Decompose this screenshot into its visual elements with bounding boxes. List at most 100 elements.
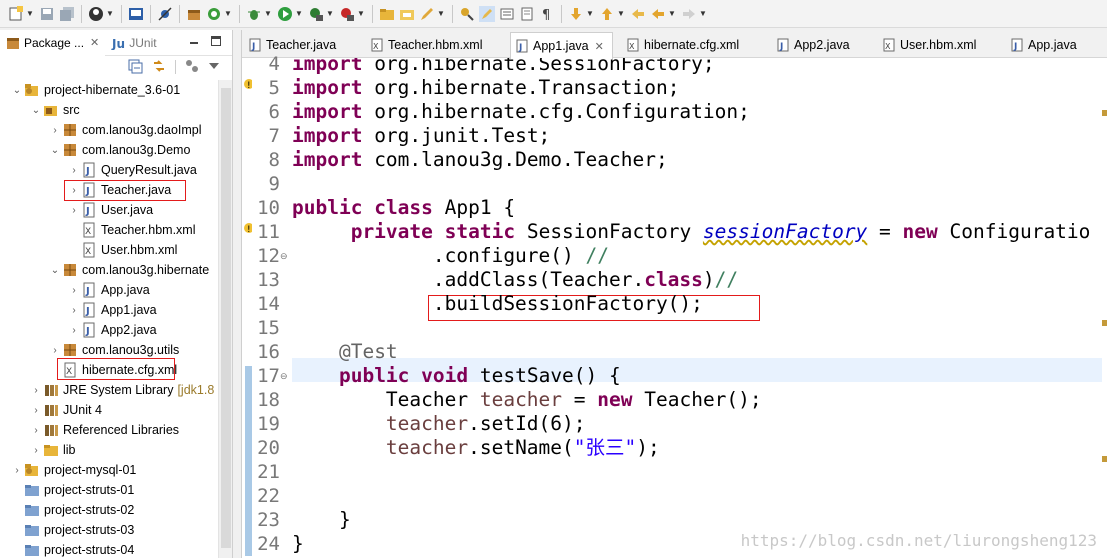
- fold-toggle-icon[interactable]: ⊖: [280, 251, 288, 262]
- highlight-icon[interactable]: [479, 5, 495, 22]
- link-with-editor-icon[interactable]: [151, 58, 167, 77]
- view-menu-icon[interactable]: [208, 60, 220, 75]
- run-dropdown-icon[interactable]: ▼: [295, 6, 303, 22]
- collapsed-arrow-icon[interactable]: ›: [29, 420, 43, 440]
- code-line[interactable]: teacher.setName("张三");: [292, 436, 1107, 460]
- code-line[interactable]: import org.hibernate.cfg.Configuration;: [292, 100, 1107, 124]
- prev-annotation-icon[interactable]: [599, 6, 615, 22]
- new-package-icon[interactable]: [186, 6, 202, 22]
- tree-item-teacher-hbm-xml[interactable]: X Teacher.hbm.xml: [81, 220, 195, 240]
- code-line[interactable]: .configure() //: [292, 244, 1107, 268]
- tab-app2-java[interactable]: J App2.java: [772, 32, 858, 58]
- tree-item-queryresult-java[interactable]: › J QueryResult.java: [67, 160, 197, 180]
- next-annotation-icon[interactable]: [568, 6, 584, 22]
- tab-teacher-hbm-xml[interactable]: X Teacher.hbm.xml: [366, 32, 490, 58]
- code-line[interactable]: private static SessionFactory sessionFac…: [292, 220, 1107, 244]
- collapsed-arrow-icon[interactable]: ›: [67, 320, 81, 340]
- tab-package-explorer[interactable]: Package ... ✕: [0, 29, 106, 56]
- next-annotation-dropdown-icon[interactable]: ▼: [586, 6, 594, 22]
- minimize-icon[interactable]: [188, 35, 200, 50]
- tab-app1-java[interactable]: J App1.java ✕: [510, 32, 613, 59]
- prev-annotation-dropdown-icon[interactable]: ▼: [617, 6, 625, 22]
- tree-item-package-hibernate[interactable]: ⌄ com.lanou3g.hibernate: [48, 260, 209, 280]
- code-line[interactable]: import org.junit.Test;: [292, 124, 1107, 148]
- run-server-icon[interactable]: [308, 6, 324, 22]
- tree-scrollbar[interactable]: [218, 80, 232, 558]
- profile-dropdown-icon[interactable]: ▼: [106, 6, 114, 22]
- code-line[interactable]: public class App1 {: [292, 196, 1107, 220]
- tree-item-user-java[interactable]: › J User.java: [67, 200, 153, 220]
- debug-icon[interactable]: [246, 6, 262, 22]
- code-line[interactable]: [292, 484, 1107, 508]
- tree-item-junit4[interactable]: › JUnit 4: [29, 400, 102, 420]
- code-line[interactable]: .buildSessionFactory();: [292, 292, 1107, 316]
- show-whitespace-icon[interactable]: ¶: [539, 6, 555, 22]
- close-icon[interactable]: ✕: [90, 36, 99, 49]
- tree-item-package-utils[interactable]: › com.lanou3g.utils: [48, 340, 179, 360]
- new-dropdown-icon[interactable]: ▼: [26, 6, 34, 22]
- code-area[interactable]: import org.hibernate.SessionFactory; impo…: [292, 58, 1107, 558]
- open-folder-icon[interactable]: [379, 6, 395, 22]
- pen-dropdown-icon[interactable]: ▼: [437, 6, 445, 22]
- new-icon[interactable]: [8, 5, 24, 22]
- collapsed-arrow-icon[interactable]: ›: [10, 460, 24, 480]
- tree-item-jre-library[interactable]: › JRE System Library [jdk1.8: [29, 380, 214, 400]
- collapsed-arrow-icon[interactable]: ›: [48, 120, 62, 140]
- tree-item-app2-java[interactable]: › J App2.java: [67, 320, 157, 340]
- tab-user-hbm-xml[interactable]: X User.hbm.xml: [878, 32, 984, 58]
- tree-item-package-demo[interactable]: ⌄ com.lanou3g.Demo: [48, 140, 191, 160]
- tree-item-project-struts-01[interactable]: project-struts-01: [24, 480, 134, 500]
- overview-marker[interactable]: [1102, 320, 1107, 326]
- back-dropdown-icon[interactable]: ▼: [668, 6, 676, 22]
- code-line[interactable]: Teacher teacher = new Teacher();: [292, 388, 1107, 412]
- collapsed-arrow-icon[interactable]: ›: [29, 400, 43, 420]
- refresh-dropdown-icon[interactable]: ▼: [224, 6, 232, 22]
- stop-icon[interactable]: [339, 6, 355, 22]
- tab-app-java[interactable]: J App.java: [1006, 32, 1085, 58]
- tree-item-project-hibernate[interactable]: ⌄ project-hibernate_3.6-01: [10, 80, 180, 100]
- collapse-all-icon[interactable]: [127, 58, 143, 77]
- maximize-icon[interactable]: [210, 35, 222, 50]
- tree-item-user-hbm-xml[interactable]: X User.hbm.xml: [81, 240, 177, 260]
- forward-dropdown-icon[interactable]: ▼: [699, 6, 707, 22]
- open-type-icon[interactable]: [399, 6, 415, 22]
- expanded-arrow-icon[interactable]: ⌄: [48, 140, 62, 160]
- tree-item-project-mysql[interactable]: › project-mysql-01: [10, 460, 136, 480]
- pen-icon[interactable]: [419, 6, 435, 22]
- save-all-icon[interactable]: [59, 6, 75, 22]
- scrollbar-thumb[interactable]: [221, 88, 231, 548]
- code-line[interactable]: @Test: [292, 340, 1107, 364]
- tree-item-project-struts-04[interactable]: project-struts-04: [24, 540, 134, 558]
- skip-breakpoints-icon[interactable]: [157, 6, 173, 22]
- code-line[interactable]: import org.hibernate.Transaction;: [292, 76, 1107, 100]
- collapsed-arrow-icon[interactable]: ›: [29, 440, 43, 460]
- expanded-arrow-icon[interactable]: ⌄: [29, 100, 43, 120]
- fold-toggle-icon[interactable]: ⊖: [280, 371, 288, 382]
- toggle-icon[interactable]: [499, 6, 515, 22]
- code-line[interactable]: }: [292, 508, 1107, 532]
- tree-item-project-struts-03[interactable]: project-struts-03: [24, 520, 134, 540]
- code-line[interactable]: import org.hibernate.SessionFactory;: [292, 58, 1107, 76]
- collapsed-arrow-icon[interactable]: ›: [67, 300, 81, 320]
- refresh-icon[interactable]: [206, 6, 222, 22]
- run-icon[interactable]: [277, 6, 293, 22]
- code-line[interactable]: [292, 316, 1107, 340]
- last-edit-icon[interactable]: [630, 6, 646, 22]
- annotation-ruler[interactable]: [242, 58, 253, 558]
- collapsed-arrow-icon[interactable]: ›: [48, 340, 62, 360]
- collapsed-arrow-icon[interactable]: ›: [29, 380, 43, 400]
- tree-item-app1-java[interactable]: › J App1.java: [67, 300, 157, 320]
- terminal-icon[interactable]: [128, 6, 144, 22]
- expanded-arrow-icon[interactable]: ⌄: [48, 260, 62, 280]
- expanded-arrow-icon[interactable]: ⌄: [10, 80, 24, 100]
- save-icon[interactable]: [39, 6, 55, 22]
- run-server-dropdown-icon[interactable]: ▼: [326, 6, 334, 22]
- code-line[interactable]: .addClass(Teacher.class)//: [292, 268, 1107, 292]
- code-line[interactable]: import com.lanou3g.Demo.Teacher;: [292, 148, 1107, 172]
- debug-dropdown-icon[interactable]: ▼: [264, 6, 272, 22]
- overview-marker[interactable]: [1102, 456, 1107, 462]
- code-line[interactable]: teacher.setId(6);: [292, 412, 1107, 436]
- code-line[interactable]: [292, 460, 1107, 484]
- tree-item-src[interactable]: ⌄ src: [29, 100, 80, 120]
- collapsed-arrow-icon[interactable]: ›: [67, 280, 81, 300]
